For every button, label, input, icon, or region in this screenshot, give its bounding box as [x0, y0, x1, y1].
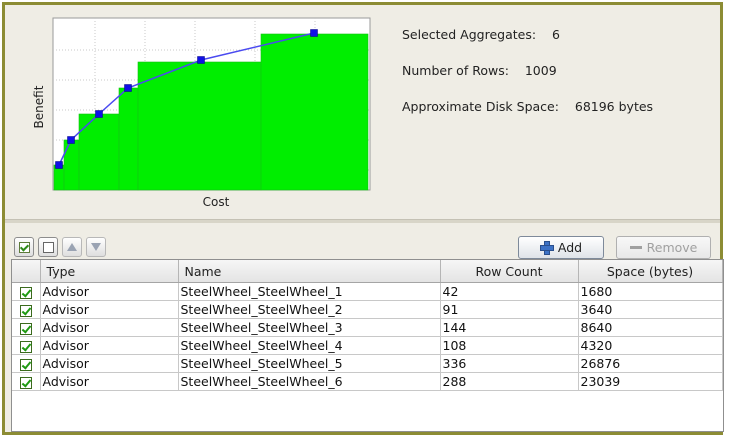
add-button[interactable]: Add	[518, 236, 604, 259]
curve-point	[197, 56, 205, 64]
select-all-button[interactable]	[14, 237, 34, 257]
move-up-button[interactable]	[62, 237, 82, 257]
aggregate-stats: Selected Aggregates: 6 Number of Rows: 1…	[402, 27, 653, 135]
row-name: SteelWheel_SteelWheel_6	[178, 372, 441, 391]
checked-box-icon	[18, 241, 30, 253]
row-name: SteelWheel_SteelWheel_4	[178, 336, 441, 355]
row-checkbox-cell	[12, 282, 41, 301]
row-type: Advisor	[40, 372, 179, 391]
row-space: 8640	[578, 318, 723, 337]
table-row[interactable]: Advisor SteelWheel_SteelWheel_5 336 2687…	[12, 354, 723, 373]
selected-aggregates-label: Selected Aggregates:	[402, 27, 537, 42]
splitter[interactable]	[5, 219, 720, 223]
table-row[interactable]: Advisor SteelWheel_SteelWheel_4 108 4320	[12, 336, 723, 355]
plus-icon	[539, 240, 554, 255]
table-row[interactable]: Advisor SteelWheel_SteelWheel_2 91 3640	[12, 300, 723, 319]
row-count: 288	[440, 372, 579, 391]
row-space: 3640	[578, 300, 723, 319]
curve-point	[310, 29, 318, 37]
curve-point	[124, 84, 132, 92]
table-row[interactable]: Advisor SteelWheel_SteelWheel_3 144 8640	[12, 318, 723, 337]
benefit-bar	[63, 139, 80, 191]
row-checkbox[interactable]	[19, 340, 32, 353]
remove-button[interactable]: Remove	[616, 236, 711, 259]
row-type: Advisor	[40, 282, 179, 301]
minus-icon	[629, 246, 642, 249]
row-type: Advisor	[40, 300, 179, 319]
row-name: SteelWheel_SteelWheel_2	[178, 300, 441, 319]
row-type: Advisor	[40, 318, 179, 337]
row-space: 23039	[578, 372, 723, 391]
row-space: 26876	[578, 354, 723, 373]
row-checkbox[interactable]	[19, 286, 32, 299]
row-count: 91	[440, 300, 579, 319]
row-name: SteelWheel_SteelWheel_3	[178, 318, 441, 337]
disk-space-label: Approximate Disk Space:	[402, 99, 559, 114]
row-type: Advisor	[40, 354, 179, 373]
row-type: Advisor	[40, 336, 179, 355]
column-header-name[interactable]: Name	[178, 260, 441, 283]
curve-point	[55, 161, 63, 169]
column-header-space[interactable]: Space (bytes)	[578, 260, 723, 283]
move-down-button[interactable]	[86, 237, 106, 257]
x-axis-label: Cost	[203, 195, 230, 209]
row-space: 4320	[578, 336, 723, 355]
benefit-bar	[118, 87, 139, 191]
benefit-bar	[137, 61, 262, 191]
column-header-checkbox[interactable]	[12, 260, 41, 283]
row-checkbox-cell	[12, 372, 41, 391]
row-count: 108	[440, 336, 579, 355]
table-row[interactable]: Advisor SteelWheel_SteelWheel_1 42 1680	[12, 282, 723, 301]
row-checkbox-cell	[12, 354, 41, 373]
deselect-all-button[interactable]	[38, 237, 58, 257]
cost-benefit-chart: Cost Benefit	[32, 17, 371, 209]
benefit-bar	[78, 113, 120, 191]
curve-point	[67, 136, 75, 144]
disk-space-row: Approximate Disk Space: 68196 bytes	[402, 99, 653, 135]
row-checkbox-cell	[12, 300, 41, 319]
number-of-rows-label: Number of Rows:	[402, 63, 509, 78]
add-button-label: Add	[557, 240, 583, 255]
selected-aggregates-value: 6	[551, 27, 560, 42]
remove-button-label: Remove	[646, 240, 698, 255]
aggregates-table: Type Name Row Count Space (bytes) Adviso…	[11, 259, 724, 432]
row-count: 42	[440, 282, 579, 301]
table-row[interactable]: Advisor SteelWheel_SteelWheel_6 288 2303…	[12, 372, 723, 391]
column-header-row-count[interactable]: Row Count	[440, 260, 579, 283]
table-header-row: Type Name Row Count Space (bytes)	[12, 260, 723, 283]
disk-space-value: 68196 bytes	[574, 99, 654, 114]
benefit-bar	[260, 33, 369, 191]
triangle-down-icon	[91, 243, 101, 251]
row-name: SteelWheel_SteelWheel_1	[178, 282, 441, 301]
row-checkbox[interactable]	[19, 376, 32, 389]
row-checkbox-cell	[12, 318, 41, 337]
cost-benefit-chart-panel: Cost Benefit Selected Aggregates: 6 Numb…	[5, 5, 720, 216]
triangle-up-icon	[67, 243, 77, 251]
row-checkbox-cell	[12, 336, 41, 355]
curve-point	[95, 110, 103, 118]
row-count: 336	[440, 354, 579, 373]
column-header-type[interactable]: Type	[40, 260, 179, 283]
row-checkbox[interactable]	[19, 322, 32, 335]
selected-aggregates-row: Selected Aggregates: 6	[402, 27, 653, 63]
row-name: SteelWheel_SteelWheel_5	[178, 354, 441, 373]
number-of-rows-value: 1009	[524, 63, 557, 78]
number-of-rows-row: Number of Rows: 1009	[402, 63, 653, 99]
row-space: 1680	[578, 282, 723, 301]
row-count: 144	[440, 318, 579, 337]
empty-box-icon	[42, 241, 54, 253]
y-axis-label: Benefit	[32, 85, 46, 128]
row-checkbox[interactable]	[19, 358, 32, 371]
row-checkbox[interactable]	[19, 304, 32, 317]
